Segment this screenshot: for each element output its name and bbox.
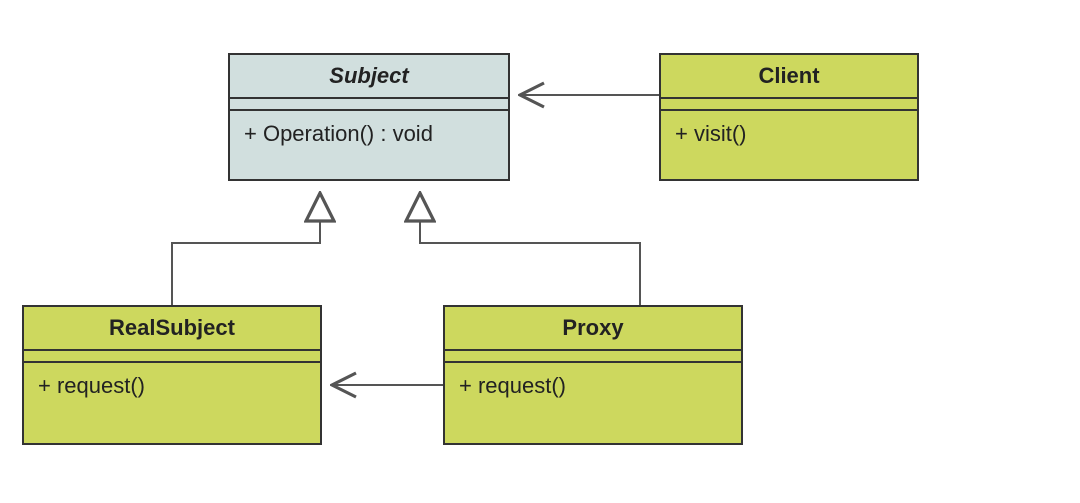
class-realsubject: RealSubject + request() — [22, 305, 322, 445]
class-attrs — [230, 99, 508, 111]
class-ops: + request() — [445, 363, 741, 413]
class-title: Client — [661, 55, 917, 99]
class-ops: + request() — [24, 363, 320, 413]
arrow-realsubject-subject — [172, 195, 320, 305]
arrow-proxy-subject — [420, 195, 640, 305]
class-attrs — [24, 351, 320, 363]
class-ops: + visit() — [661, 111, 917, 161]
class-proxy: Proxy + request() — [443, 305, 743, 445]
class-attrs — [661, 99, 917, 111]
class-subject: Subject + Operation() : void — [228, 53, 510, 181]
class-title: RealSubject — [24, 307, 320, 351]
class-title: Proxy — [445, 307, 741, 351]
class-attrs — [445, 351, 741, 363]
class-client: Client + visit() — [659, 53, 919, 181]
class-ops: + Operation() : void — [230, 111, 508, 161]
class-title: Subject — [230, 55, 508, 99]
